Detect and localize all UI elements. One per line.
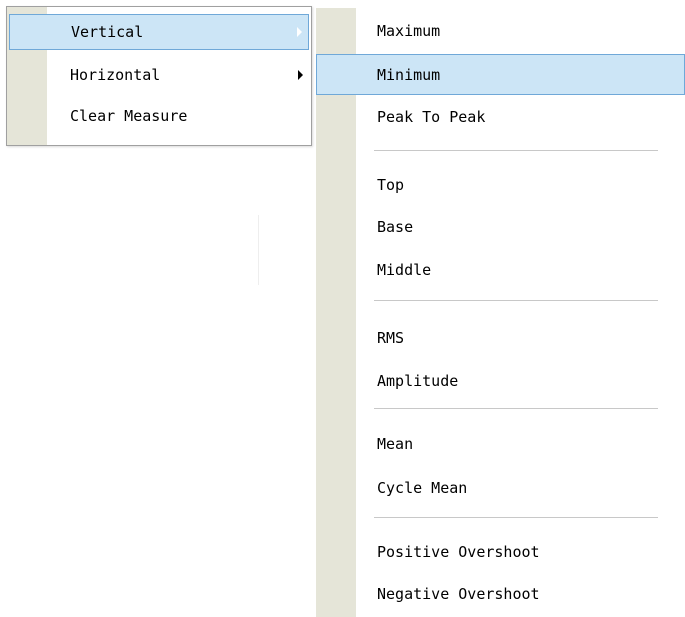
menu-item-vertical[interactable]: Vertical [9, 14, 309, 50]
submenu-item-amplitude[interactable]: Amplitude [316, 364, 685, 398]
chevron-right-icon [298, 70, 303, 80]
menu-item-label: Middle [377, 261, 432, 279]
menu-item-label: Amplitude [377, 372, 459, 390]
menu-item-label: RMS [377, 329, 405, 347]
menu-item-label: Cycle Mean [377, 479, 468, 497]
menu-item-label: Vertical [71, 23, 144, 41]
submenu-item-minimum[interactable]: Minimum [316, 54, 685, 95]
submenu-item-rms[interactable]: RMS [316, 321, 685, 355]
menu-separator [374, 150, 658, 151]
menu-separator [374, 408, 658, 409]
menu-separator [374, 517, 658, 518]
submenu-item-negative-overshoot[interactable]: Negative Overshoot [316, 577, 685, 611]
menu-item-label: Positive Overshoot [377, 543, 540, 561]
background-artifact [258, 215, 259, 285]
menu-item-label: Maximum [377, 22, 441, 40]
menu-item-label: Negative Overshoot [377, 585, 540, 603]
submenu-item-mean[interactable]: Mean [316, 427, 685, 461]
submenu-item-top[interactable]: Top [316, 168, 685, 202]
menu-item-label: Clear Measure [70, 107, 188, 125]
vertical-submenu: Maximum Minimum Peak To Peak Top Base Mi… [316, 8, 685, 617]
menu-item-label: Top [377, 176, 405, 194]
submenu-item-maximum[interactable]: Maximum [316, 14, 685, 48]
menu-item-label: Peak To Peak [377, 108, 486, 126]
menu-item-label: Minimum [377, 65, 441, 84]
menu-separator [374, 300, 658, 301]
context-menu: Vertical Horizontal Clear Measure [6, 6, 312, 146]
submenu-item-cycle-mean[interactable]: Cycle Mean [316, 471, 685, 505]
menu-item-label: Base [377, 218, 414, 236]
menu-item-label: Mean [377, 435, 414, 453]
submenu-item-peak-to-peak[interactable]: Peak To Peak [316, 100, 685, 134]
submenu-item-base[interactable]: Base [316, 210, 685, 244]
submenu-item-positive-overshoot[interactable]: Positive Overshoot [316, 535, 685, 569]
menu-item-horizontal[interactable]: Horizontal [7, 58, 311, 92]
chevron-right-icon [297, 27, 302, 37]
menu-item-label: Horizontal [70, 66, 161, 84]
menu-item-clear-measure[interactable]: Clear Measure [7, 99, 311, 133]
submenu-item-middle[interactable]: Middle [316, 253, 685, 287]
